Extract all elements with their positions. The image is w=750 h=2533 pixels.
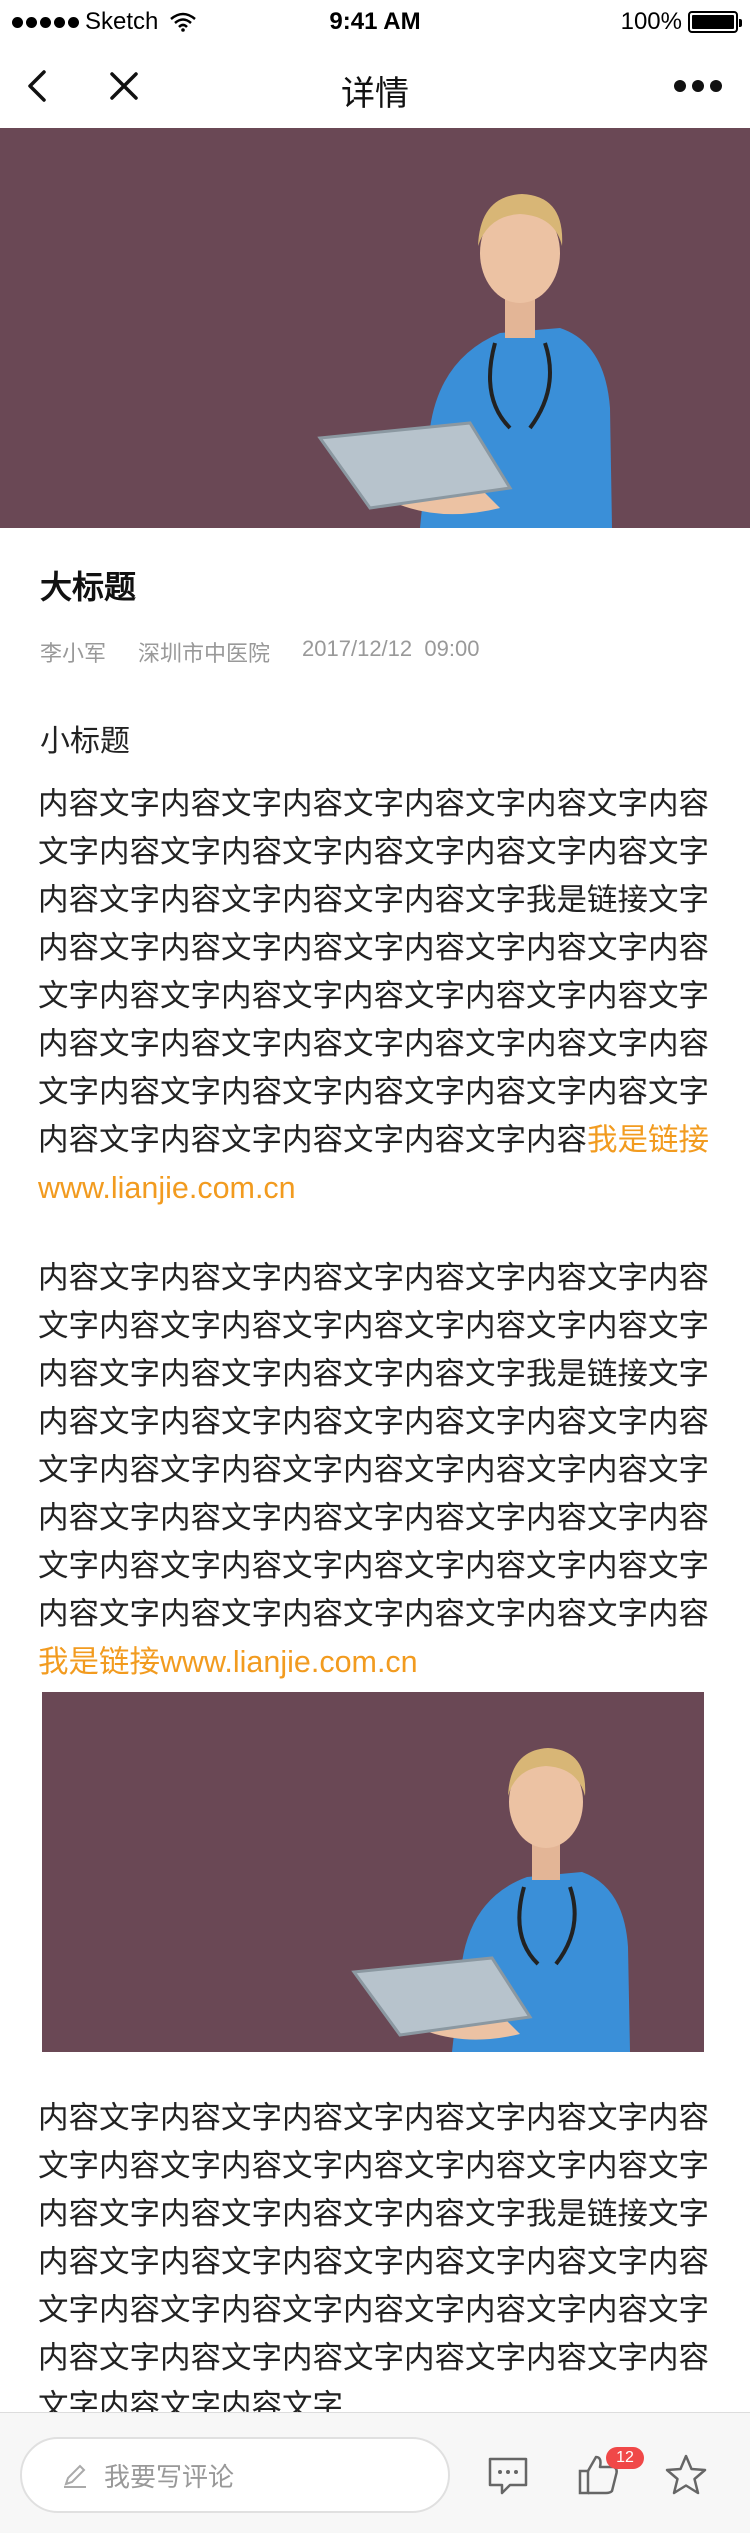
article-title: 大标题 — [40, 569, 137, 605]
like-count-badge: 12 — [606, 2447, 644, 2469]
comment-icon[interactable] — [486, 2453, 530, 2497]
nav-bar: 详情 — [0, 44, 750, 128]
article-meta: 李小军 深圳市中医院 2017/12/12 09:00 — [40, 636, 479, 668]
nurse-illustration — [0, 128, 750, 528]
publish-time: 09:00 — [424, 636, 480, 661]
section-title: 小标题 — [40, 725, 130, 758]
page-title: 详情 — [341, 75, 409, 113]
star-icon[interactable] — [664, 2453, 708, 2497]
article-paragraph-3: 内容文字内容文字内容文字内容文字内容文字内容文字内容文字内容文字内容文字内容文字… — [38, 2094, 712, 2430]
publish-date: 2017/12/12 — [302, 636, 413, 661]
status-right: 100% — [620, 8, 742, 36]
article-image — [42, 1692, 704, 2052]
hospital-name: 深圳市中医院 — [138, 641, 271, 666]
battery-icon — [688, 11, 742, 33]
pencil-icon — [64, 2464, 86, 2488]
bottom-action-bar: 我要写评论 12 — [0, 2412, 750, 2533]
paragraph-text: 内容文字内容文字内容文字内容文字内容文字内容文字内容文字内容文字内容文字内容文字… — [38, 787, 709, 1157]
article-paragraph-2: 内容文字内容文字内容文字内容文字内容文字内容文字内容文字内容文字内容文字内容文字… — [38, 1254, 712, 1686]
article-paragraph-1: 内容文字内容文字内容文字内容文字内容文字内容文字内容文字内容文字内容文字内容文字… — [38, 780, 712, 1212]
nurse-illustration — [42, 1692, 704, 2052]
comment-placeholder: 我要写评论 — [104, 2461, 235, 2492]
hero-image — [0, 128, 750, 528]
article-link-2[interactable]: 我是链接www.lianjie.com.cn — [38, 1645, 418, 1679]
status-bar: Sketch 9:41 AM 100% — [0, 0, 750, 44]
more-icon[interactable] — [674, 76, 726, 96]
publish-datetime: 2017/12/12 09:00 — [302, 636, 479, 668]
paragraph-text: 内容文字内容文字内容文字内容文字内容文字内容文字内容文字内容文字内容文字内容文字… — [38, 2101, 709, 2423]
comment-input[interactable]: 我要写评论 — [20, 2437, 450, 2513]
battery-percent: 100% — [620, 8, 682, 35]
paragraph-text: 内容文字内容文字内容文字内容文字内容文字内容文字内容文字内容文字内容文字内容文字… — [38, 1261, 709, 1631]
author-name: 李小军 — [40, 641, 107, 666]
